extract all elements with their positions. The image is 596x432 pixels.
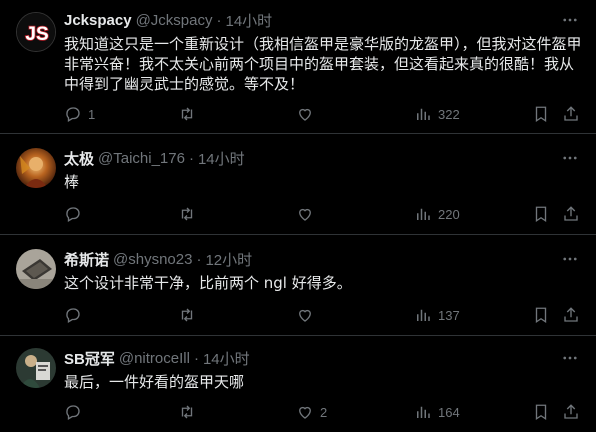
retweet-button[interactable] — [178, 104, 202, 124]
reply-icon — [66, 308, 80, 323]
separator-dot: · — [196, 250, 202, 268]
share-button[interactable] — [562, 204, 580, 224]
more-icon[interactable] — [560, 348, 580, 368]
avatar[interactable]: JS — [16, 12, 56, 52]
views-count: 322 — [438, 106, 460, 122]
like-icon — [299, 309, 311, 322]
tweet-text: 最后，一件好看的盔甲天哪 — [64, 373, 245, 391]
like-count: 2 — [320, 404, 328, 420]
views-button[interactable]: 322 — [414, 104, 460, 124]
reply-button[interactable] — [64, 204, 88, 224]
user-handle[interactable]: @Jckspacy — [136, 12, 213, 29]
share-icon — [564, 206, 578, 221]
share-button[interactable] — [562, 305, 580, 325]
reply-button[interactable] — [64, 402, 88, 422]
retweet-button[interactable] — [178, 305, 202, 325]
retweet-icon — [181, 207, 193, 221]
timestamp[interactable]: 14小时 — [203, 348, 250, 369]
action-bar: 220 — [56, 204, 588, 224]
display-name[interactable]: SB冠军 — [64, 348, 115, 369]
timestamp[interactable]: 14小时 — [225, 10, 272, 31]
reply-icon — [66, 405, 80, 420]
tweet-text: 我知道这只是一个重新设计（我相信盔甲是豪华版的龙盔甲），但我对这件盔甲非常兴奋！… — [64, 35, 582, 93]
views-icon — [417, 309, 430, 321]
avatar[interactable] — [16, 249, 56, 289]
avatar-initials: JS — [25, 24, 48, 45]
action-bar: 137 — [56, 305, 588, 325]
reply-button[interactable] — [64, 305, 88, 325]
reply-count: 1 — [88, 106, 96, 122]
reply-icon — [66, 107, 80, 122]
display-name[interactable]: 太极 — [64, 148, 94, 169]
like-button[interactable] — [296, 204, 320, 224]
display-name[interactable]: Jckspacy — [64, 12, 132, 29]
separator-dot: · — [188, 149, 194, 167]
tweet[interactable]: SB冠军 @nitroceIll · 14小时 最后，一件好看的盔甲天哪 2 1… — [0, 336, 596, 432]
separator-dot: · — [193, 349, 199, 367]
share-icon — [564, 307, 578, 322]
tweet-header: SB冠军 @nitroceIll · 14小时 — [64, 348, 250, 368]
reply-icon — [66, 207, 80, 222]
views-icon — [417, 406, 430, 418]
action-bar: 1 322 — [56, 104, 588, 124]
more-icon[interactable] — [560, 10, 580, 30]
display-name[interactable]: 希斯诺 — [64, 249, 109, 270]
views-count: 164 — [438, 404, 460, 420]
like-button[interactable] — [296, 305, 320, 325]
views-count: 220 — [438, 206, 460, 222]
reply-button[interactable]: 1 — [64, 104, 95, 124]
tweet-header: 希斯诺 @shysno23 · 12小时 — [64, 249, 252, 269]
retweet-icon — [181, 405, 193, 419]
user-handle[interactable]: @nitroceIll — [119, 350, 190, 367]
tweet[interactable]: 太极 @Taichi_176 · 14小时 棒 220 — [0, 134, 596, 235]
views-button[interactable]: 137 — [414, 305, 460, 325]
like-icon — [299, 208, 311, 221]
tweet-text: 这个设计非常干净，比前两个 ngl 好得多。 — [64, 274, 352, 292]
retweet-icon — [181, 107, 193, 121]
views-icon — [417, 208, 430, 220]
tweet[interactable]: JS Jckspacy @Jckspacy · 14小时 我知道这只是一个重新设… — [0, 0, 596, 134]
views-icon — [417, 108, 430, 120]
retweet-button[interactable] — [178, 402, 202, 422]
share-button[interactable] — [562, 402, 580, 422]
avatar[interactable] — [16, 348, 56, 388]
more-icon[interactable] — [560, 249, 580, 269]
like-button[interactable] — [296, 104, 320, 124]
avatar[interactable] — [16, 148, 56, 188]
bookmark-button[interactable] — [532, 104, 550, 124]
views-count: 137 — [438, 307, 460, 323]
tweet-text: 棒 — [64, 173, 80, 191]
bookmark-icon — [535, 106, 547, 123]
user-handle[interactable]: @shysno23 — [113, 251, 192, 268]
views-button[interactable]: 220 — [414, 204, 460, 224]
share-icon — [564, 106, 578, 121]
bookmark-button[interactable] — [532, 402, 550, 422]
like-icon — [299, 406, 311, 419]
share-button[interactable] — [562, 104, 580, 124]
timestamp[interactable]: 14小时 — [198, 148, 245, 169]
action-bar: 2 164 — [56, 402, 588, 422]
separator-dot: · — [216, 11, 222, 29]
tweet[interactable]: 希斯诺 @shysno23 · 12小时 这个设计非常干净，比前两个 ngl 好… — [0, 235, 596, 336]
share-icon — [564, 404, 578, 419]
bookmark-icon — [535, 404, 547, 421]
user-handle[interactable]: @Taichi_176 — [98, 150, 185, 167]
views-button[interactable]: 164 — [414, 402, 460, 422]
bookmark-icon — [535, 206, 547, 223]
like-button[interactable]: 2 — [296, 402, 327, 422]
timestamp[interactable]: 12小时 — [205, 249, 252, 270]
bookmark-button[interactable] — [532, 305, 550, 325]
tweet-header: Jckspacy @Jckspacy · 14小时 — [64, 10, 272, 30]
tweet-header: 太极 @Taichi_176 · 14小时 — [64, 148, 245, 168]
more-icon[interactable] — [560, 148, 580, 168]
bookmark-button[interactable] — [532, 204, 550, 224]
retweet-button[interactable] — [178, 204, 202, 224]
bookmark-icon — [535, 307, 547, 324]
like-icon — [299, 108, 311, 121]
retweet-icon — [181, 308, 193, 322]
